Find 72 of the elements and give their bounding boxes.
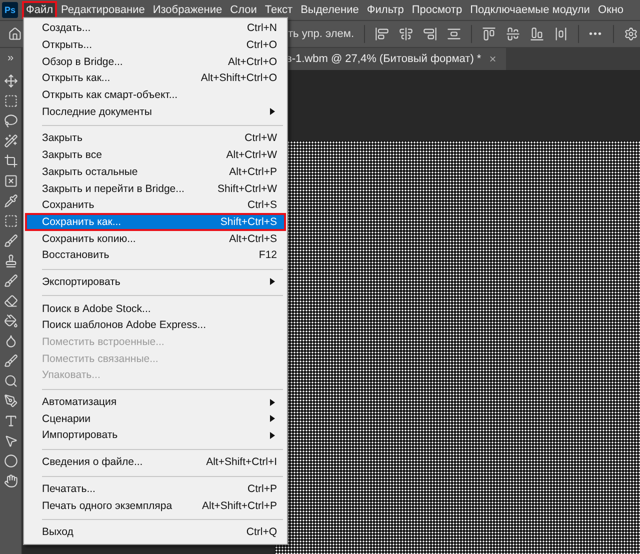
eyedropper-icon[interactable] [4,194,18,208]
crop-icon[interactable] [4,154,18,168]
align-left-icon[interactable] [375,27,390,41]
align-middle-icon[interactable] [506,27,520,41]
ellipse-icon[interactable] [4,454,18,468]
eraser-icon[interactable] [4,294,18,308]
menu-item[interactable]: Поиск в Adobe Stock... [26,300,285,317]
submenu-arrow-icon [270,432,275,439]
menu-item[interactable]: Автоматизация [26,394,285,410]
menu-item[interactable]: Создать... Ctrl+N [26,20,285,37]
menu-title[interactable]: Текст [260,1,297,19]
zoom-icon[interactable] [4,374,18,388]
align-center-icon[interactable] [399,27,414,41]
lasso-icon[interactable] [4,114,18,128]
menu-item[interactable]: Открыть... Ctrl+O [26,36,285,54]
menu-item[interactable]: Закрыть остальные Alt+Ctrl+P [26,164,285,180]
menu-item[interactable]: Сведения о файле... Alt+Shift+Ctrl+I [26,454,285,470]
pen-icon[interactable] [4,394,18,408]
settings-icon[interactable] [624,27,638,41]
submenu-arrow-icon [270,108,275,116]
align-bottom-icon[interactable] [530,27,544,41]
menu-title[interactable]: Окно [594,1,628,19]
menu-item[interactable]: Закрыть все Alt+Ctrl+W [26,146,285,164]
home-icon[interactable] [8,27,22,41]
menu-title[interactable]: Слои [226,1,261,19]
menu-item[interactable]: Открыть как смарт-объект... [26,86,285,104]
wand-icon[interactable] [4,134,18,148]
menu-item[interactable]: Восстановить F12 [26,246,285,264]
align-right-icon[interactable] [423,27,438,41]
distribute-icon[interactable] [447,27,462,41]
menu-title[interactable]: Выделение [296,1,363,19]
app-logo: Ps [2,2,18,18]
menu-title[interactable]: Изображение [148,1,226,19]
menu-item[interactable]: Сохранить Ctrl+S [26,196,285,214]
menu-item[interactable]: Закрыть Ctrl+W [26,130,285,147]
menu-item[interactable]: Открыть как... Alt+Shift+Ctrl+O [26,70,285,87]
stamp-icon[interactable] [4,254,18,268]
align-top-icon[interactable] [482,27,496,41]
tab-title: в-1.wbm @ 27,4% (Битовый формат) * [286,53,482,65]
menu-title[interactable]: Редактирование [57,1,149,19]
drop-icon[interactable] [4,334,18,348]
pointer-icon[interactable] [4,434,18,448]
panel-toggle[interactable]: » [7,52,14,68]
more-button[interactable]: ••• [589,28,603,40]
menu-item[interactable]: Закрыть и перейти в Bridge... Shift+Ctrl+W [26,180,285,197]
menu-item[interactable]: Импортировать [26,427,285,444]
menu-item[interactable]: Поиск шаблонов Adobe Express... [26,317,285,334]
option-label: ть упр. элем. [288,28,354,40]
move-icon[interactable] [4,74,18,88]
menu-item[interactable]: Печать одного экземпляра Alt+Shift+Ctrl+P [26,497,285,514]
menu-title[interactable]: Фильтр [362,1,408,19]
marquee-icon[interactable] [4,94,18,108]
menu-item[interactable]: Сохранить копию... Alt+Ctrl+S [26,230,285,247]
menu-item[interactable]: Сохранить как... Shift+Ctrl+S [26,214,285,230]
brush-icon[interactable] [4,234,18,248]
menu-item[interactable]: Обзор в Bridge... Alt+Ctrl+O [26,53,285,70]
submenu-arrow-icon [270,415,275,422]
menu-item[interactable]: Выход Ctrl+Q [26,524,285,541]
menu-item[interactable]: Сценарии [26,410,285,428]
frame-icon[interactable] [4,174,18,188]
type-icon[interactable] [4,414,18,428]
submenu-arrow-icon [270,278,275,286]
bucket-icon[interactable] [4,314,18,328]
submenu-arrow-icon [270,398,275,406]
menu-item[interactable]: Печатать... Ctrl+P [26,480,285,498]
menu-item[interactable]: Экспортировать [26,274,285,290]
hand-icon[interactable] [4,474,18,488]
close-button[interactable]: × [489,52,496,66]
menu-title[interactable]: Просмотр [408,1,466,19]
distribute-icon[interactable] [554,27,568,41]
menu-title[interactable]: Подключаемые модули [466,1,594,19]
menu-item[interactable]: Последние документы [26,103,285,120]
